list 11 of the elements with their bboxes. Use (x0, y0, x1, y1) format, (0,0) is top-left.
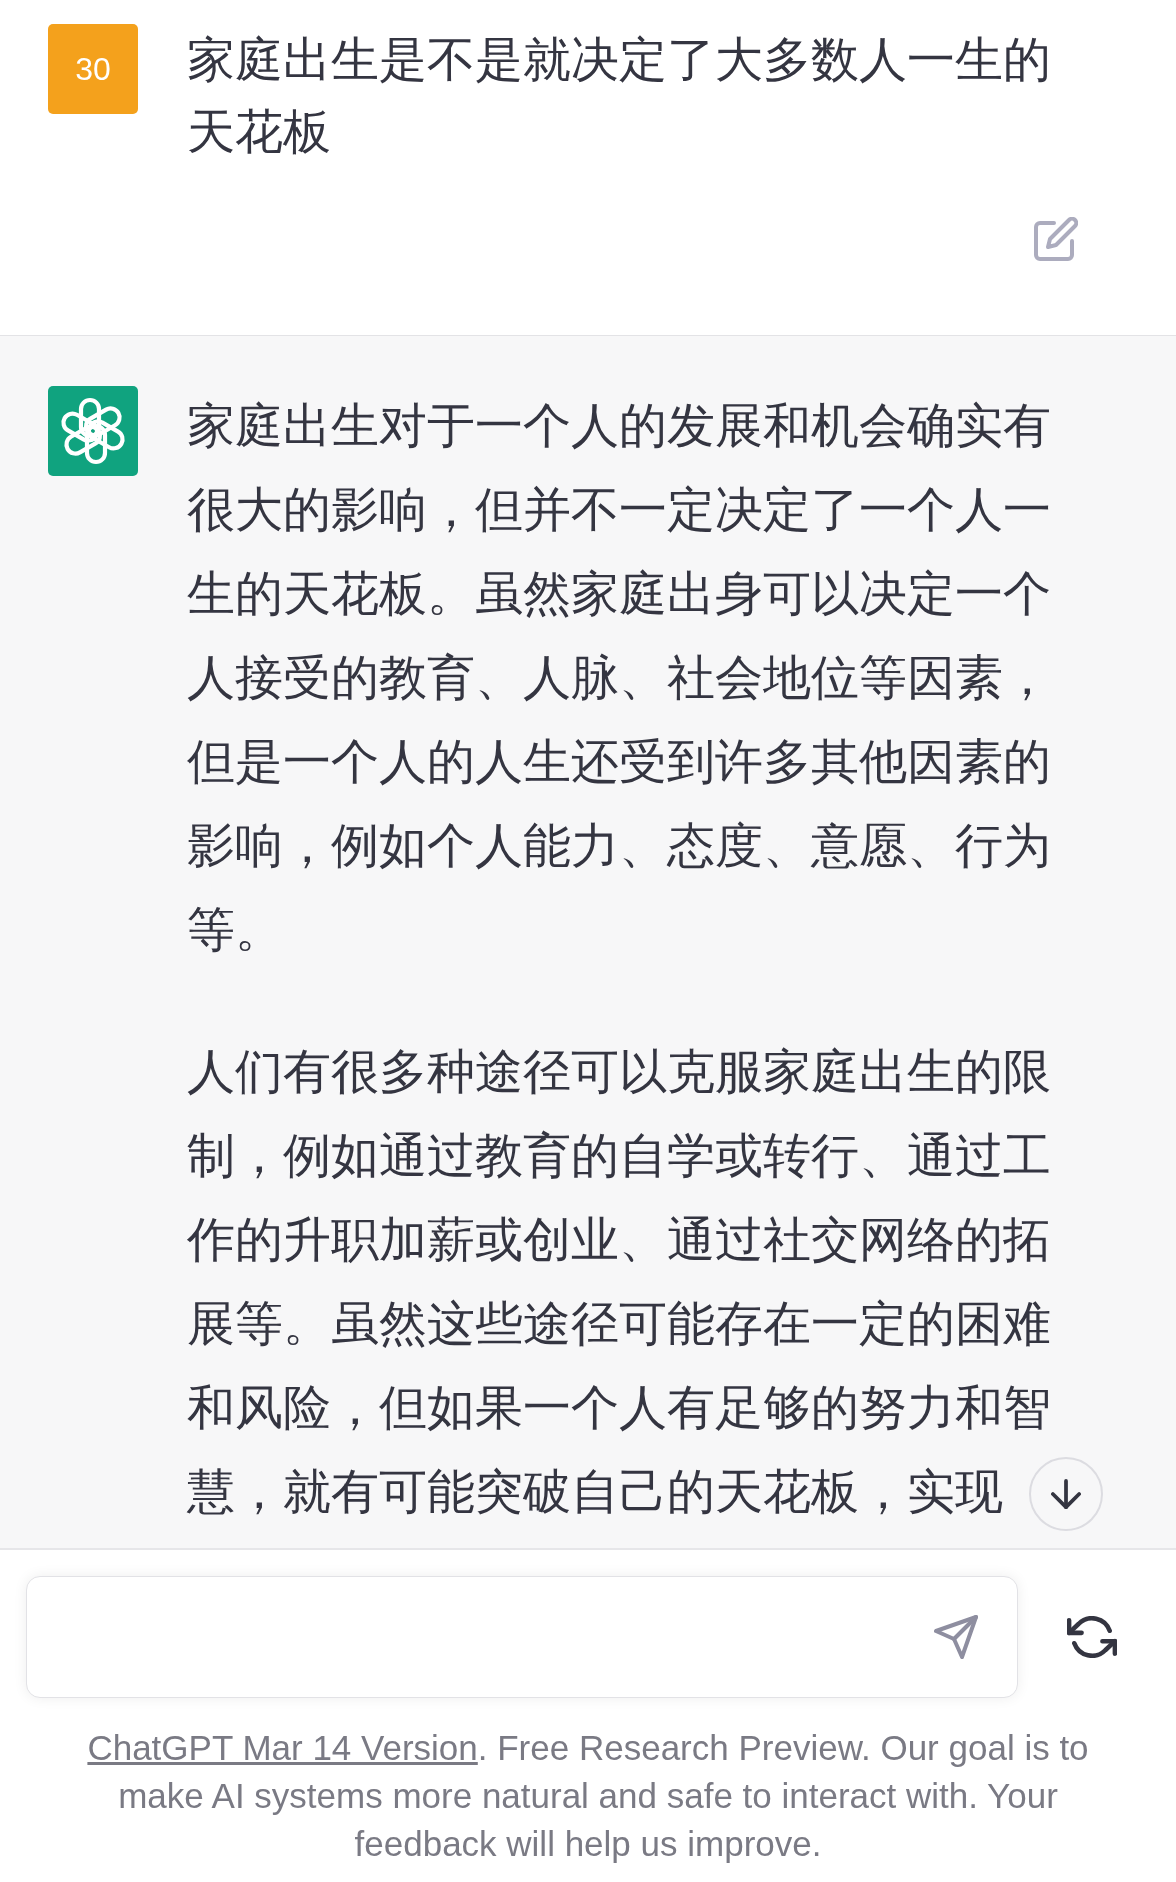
edit-icon[interactable] (1034, 217, 1078, 261)
message-input-field[interactable] (26, 1576, 1018, 1698)
message-text: 人们有很多种途径可以克服家庭出生的限制，例如通过教育的自学或转行、通过工作的升职加薪或创业、通过社交网络的拓展等。虽然这些途径可能存在一定的困难和风险，但如果一个人有足够的努力和智慧，就有可能突破自己的天花板，实现 (187, 1044, 1052, 1520)
send-icon[interactable] (934, 1615, 978, 1659)
message-text: 家庭出生是不是就决定了大多数人一生的天花板 (187, 32, 1052, 160)
message-text: 家庭出生对于一个人的发展和机会确实有很大的影响，但并不一定决定了一个人一生的天花板。虽然家庭出身可以决定一个人接受的教育、人脉、社会地位等因素，但是一个人的人生还受到许多其他因素的影响，例如个人能力、态度、意愿、行为等。 (187, 398, 1052, 958)
knot-logo-icon (48, 386, 138, 476)
user-avatar: 30 (48, 24, 138, 114)
footer-disclaimer: ChatGPT Mar 14 Version. Free Research Preview. Our goal is to make AI systems more natural and safe to interact with. Your feedback will help us improve. (86, 1727, 1090, 1865)
refresh-icon[interactable] (1067, 1616, 1117, 1658)
version-link[interactable]: ChatGPT Mar 14 Version (87, 1728, 478, 1767)
